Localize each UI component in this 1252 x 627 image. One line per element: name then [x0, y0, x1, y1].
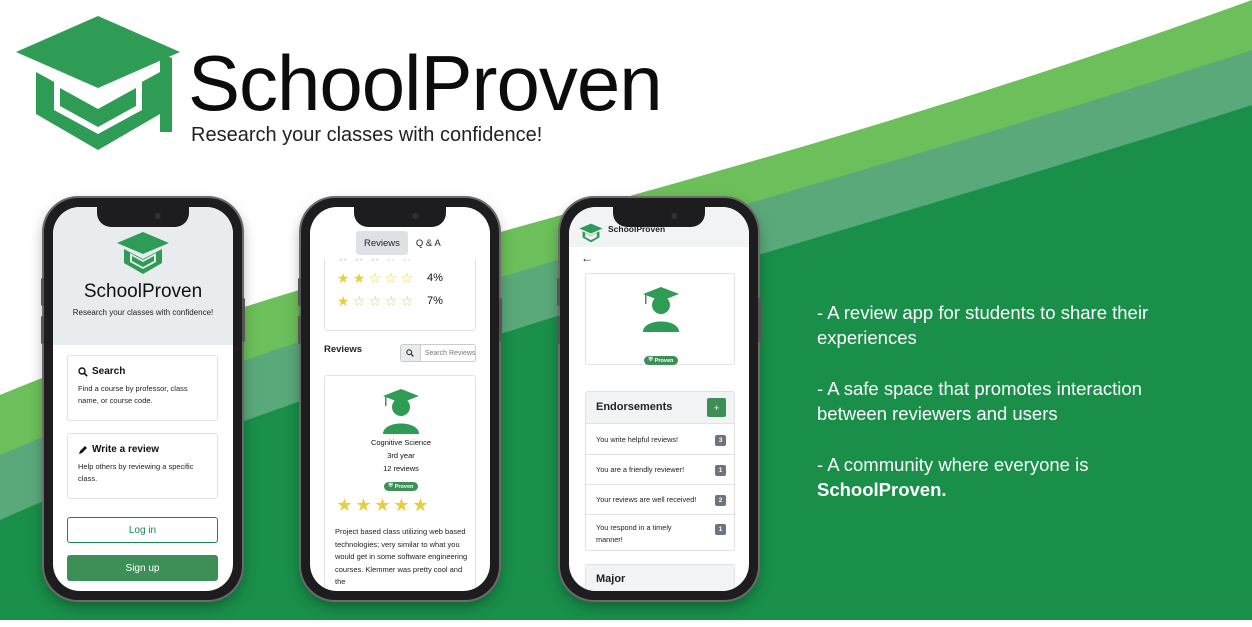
app-subtitle: Research your classes with confidence! [72, 308, 214, 317]
endorsement-count: 1 [715, 524, 726, 535]
feature-item: - A review app for students to share the… [817, 302, 1149, 348]
phone-reviews-screen: ★★★☆☆ 3% ★★☆☆☆ 4% ★☆☆☆☆ 7% Reviews Q & A… [310, 207, 490, 591]
profile-card: ⛨ Proven [585, 273, 735, 365]
endorsement-row: You are a friendly reviewer! 1 [586, 455, 734, 485]
feature-item: - A safe space that promotes interaction… [817, 378, 1142, 424]
login-button[interactable]: Log in [67, 517, 218, 543]
reviewer-year: 3rd year [387, 451, 415, 460]
feature-item: - A community where everyone is SchoolPro… [817, 454, 1089, 500]
student-avatar-icon [383, 389, 419, 434]
graduation-cap-icon [579, 223, 603, 243]
endorsement-count: 2 [715, 495, 726, 506]
phone-profile-screen: SchoolProven ← ⛨ Proven Endorsements + Yo… [569, 207, 749, 591]
tab-reviews[interactable]: Reviews [356, 231, 408, 255]
endorsement-text: Your reviews are well received! [596, 495, 697, 504]
review-stars: ★ ★ ★ ★ ★ [336, 495, 429, 515]
endorsement-count: 3 [715, 435, 726, 446]
phone-profile: SchoolProven ← ⛨ Proven Endorsements + Yo… [557, 198, 761, 600]
pencil-icon [79, 445, 87, 454]
student-avatar-icon [643, 287, 679, 332]
write-review-card-text: Help others by reviewing a specific clas… [78, 462, 194, 483]
write-review-card-title: Write a review [92, 444, 160, 455]
phone-home: SchoolProven Research your classes with … [41, 198, 245, 600]
endorsement-row: You respond in a timely manner! 1 [586, 515, 734, 550]
feature-list: - A review app for students to share the… [817, 300, 1217, 528]
proven-badge: ⛨ Proven [383, 482, 419, 491]
write-review-card[interactable]: Write a review Help others by reviewing … [67, 433, 218, 499]
add-endorsement-button[interactable]: + [707, 398, 726, 417]
brand-tagline: Research your classes with confidence! [191, 124, 543, 146]
search-button[interactable] [401, 345, 421, 361]
endorsement-text: You write helpful reviews! [596, 435, 679, 444]
feature-emphasis: SchoolProven. [817, 479, 947, 500]
review-card: Cognitive Science 3rd year 12 reviews ⛨ P… [324, 375, 476, 591]
endorsement-text: You respond in a timely manner! [596, 523, 672, 544]
review-search[interactable]: Search Reviews [400, 344, 476, 362]
tab-bar: Reviews Q & A [356, 231, 449, 255]
shield-icon: ⛨ [388, 483, 393, 489]
reviewer-major: Cognitive Science [370, 438, 432, 447]
proven-badge: ⛨ Proven [643, 356, 679, 365]
graduation-cap-icon [117, 232, 169, 274]
app-title: SchoolProven [83, 281, 203, 302]
notch [97, 207, 189, 227]
endorsement-row: You write helpful reviews! 3 [586, 425, 734, 455]
search-icon [78, 366, 88, 377]
endorsements-title: Endorsements [596, 401, 673, 413]
endorsement-row: Your reviews are well received! 2 [586, 485, 734, 515]
tab-qa[interactable]: Q & A [408, 231, 449, 255]
rating-row: ★ ★ ☆ ☆ ☆ 4% [336, 270, 443, 286]
brand-title: SchoolProven [188, 39, 663, 127]
major-card: Major [585, 564, 735, 591]
phone-reviews: ★★★☆☆ 3% ★★☆☆☆ 4% ★☆☆☆☆ 7% Reviews Q & A… [298, 198, 502, 600]
rating-percent: 7% [427, 295, 443, 307]
search-input[interactable]: Search Reviews [421, 345, 475, 361]
notch [613, 207, 705, 227]
rating-row: ★ ☆ ☆ ☆ ☆ 7% [336, 293, 443, 309]
search-card-title: Search [92, 366, 126, 377]
phone-home-screen: SchoolProven Research your classes with … [53, 207, 233, 591]
reviews-heading: Reviews [324, 344, 363, 355]
major-title: Major [596, 573, 626, 585]
endorsements-card: Endorsements + You write helpful reviews… [585, 391, 735, 551]
reviewer-review-count: 12 reviews [383, 464, 419, 473]
rating-percent: 4% [427, 272, 443, 284]
shield-icon: ⛨ [648, 357, 653, 363]
home-hero: SchoolProven Research your classes with … [53, 207, 233, 345]
endorsement-count: 1 [715, 465, 726, 476]
notch [354, 207, 446, 227]
signup-button[interactable]: Sign up [67, 555, 218, 581]
search-card[interactable]: Search Find a course by professor, class… [67, 355, 218, 421]
search-icon [406, 349, 415, 357]
search-card-text: Find a course by professor, class name, … [78, 384, 188, 405]
arrow-left-icon[interactable]: ← [581, 251, 593, 265]
logo-icon [16, 16, 180, 150]
review-text: Project based class utilizing web based … [335, 527, 468, 586]
endorsement-text: You are a friendly reviewer! [596, 465, 685, 474]
rating-breakdown: ★★★☆☆ 3% ★★☆☆☆ 4% ★☆☆☆☆ 7% [324, 249, 476, 331]
